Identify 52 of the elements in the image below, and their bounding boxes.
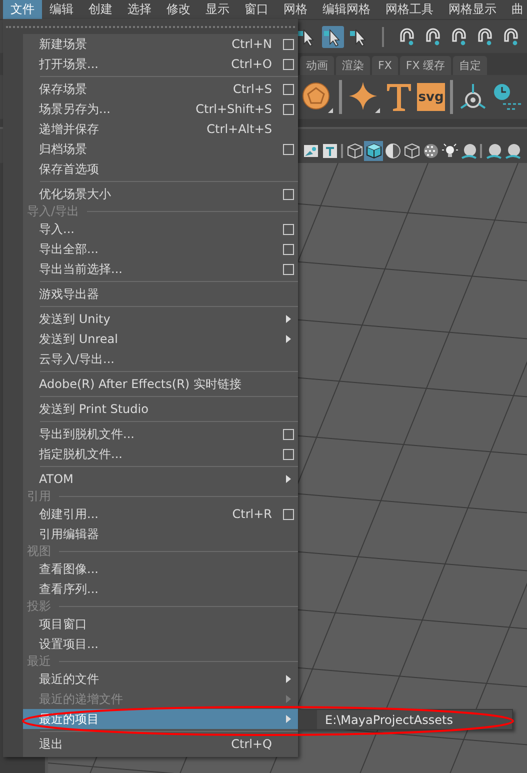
menu-title[interactable]: 创建 — [81, 0, 120, 19]
menu-item[interactable]: E:\MayaProjectAssets — [317, 712, 453, 726]
menu-item[interactable]: Adobe(R) After Effects(R) 实时链接 — [23, 374, 298, 394]
menu-item[interactable]: 发送到 Print Studio — [23, 399, 298, 419]
menu-item[interactable]: 导出到脱机文件... — [23, 424, 298, 444]
menu-section-label: 最近 — [27, 653, 51, 670]
menu-title[interactable]: 网格工具 — [378, 0, 441, 19]
menu-item[interactable]: 递增并保存 Ctrl+Alt+S — [23, 119, 298, 139]
menu-item[interactable]: 发送到 Unity — [23, 309, 298, 329]
menu-item[interactable]: 引用编辑器 — [23, 524, 298, 544]
menu-item[interactable]: 最近的文件 — [23, 669, 298, 689]
menu-title[interactable]: 曲 — [504, 0, 527, 19]
menu-item[interactable]: 创建引用... Ctrl+R — [23, 504, 298, 524]
menu-item[interactable]: 项目窗口 — [23, 614, 298, 634]
menu-item[interactable]: 归档场景 — [23, 139, 298, 159]
menu-title[interactable]: 编辑 — [42, 0, 81, 19]
menu-item[interactable]: 导出当前选择... — [23, 259, 298, 279]
menu-title[interactable]: 修改 — [159, 0, 198, 19]
menu-title[interactable]: 窗口 — [237, 0, 276, 19]
menu-title[interactable]: 显示 — [198, 0, 237, 19]
menu-item[interactable]: 查看图像... — [23, 559, 298, 579]
menu-item[interactable]: 查看序列... — [23, 579, 298, 599]
menu-item[interactable]: 打开场景... Ctrl+O — [23, 54, 298, 74]
menu-item[interactable]: 设置项目... — [23, 634, 298, 654]
menu-item[interactable]: 发送到 Unreal — [23, 329, 298, 349]
shelf-tab[interactable]: FX — [372, 56, 398, 75]
menu-item[interactable]: 指定脱机文件... — [23, 444, 298, 464]
shelf-tab[interactable]: 动画 — [300, 56, 334, 75]
menu-item[interactable]: 退出 Ctrl+Q — [23, 734, 298, 754]
shelf-tab[interactable]: FX 缓存 — [400, 56, 452, 75]
menu-title[interactable]: 选择 — [120, 0, 159, 19]
menu-item[interactable]: 保存首选项 — [23, 159, 298, 179]
menu-item[interactable]: 游戏导出器 — [23, 284, 298, 304]
menu-section-label: 导入/导出 — [27, 203, 80, 220]
menu-section-label: 引用 — [27, 488, 51, 505]
menu-item[interactable]: 云导入/导出... — [23, 349, 298, 369]
svg-import-button[interactable]: svg — [417, 83, 445, 111]
menu-item[interactable]: 保存场景 Ctrl+S — [23, 79, 298, 99]
shelf-tab[interactable]: 渲染 — [336, 56, 370, 75]
menu-title[interactable]: 文件 — [3, 0, 42, 19]
menu-item[interactable]: 新建场景 Ctrl+N — [23, 34, 298, 54]
menu-title[interactable]: 网格 — [276, 0, 315, 19]
menu-item[interactable]: ATOM — [23, 469, 298, 489]
menu-section-label: 视图 — [27, 543, 51, 560]
menu-item[interactable]: 优化场景大小 — [23, 184, 298, 204]
menu-section-label: 投影 — [27, 598, 51, 615]
menu-item[interactable]: 导入... — [23, 219, 298, 239]
menu-title[interactable]: 编辑网格 — [315, 0, 378, 19]
menu-item[interactable]: 场景另存为... Ctrl+Shift+S — [23, 99, 298, 119]
menu-title[interactable]: 网格显示 — [441, 0, 504, 19]
menu-item[interactable]: 导出全部... — [23, 239, 298, 259]
shelf-tab[interactable]: 自定 — [453, 56, 488, 75]
